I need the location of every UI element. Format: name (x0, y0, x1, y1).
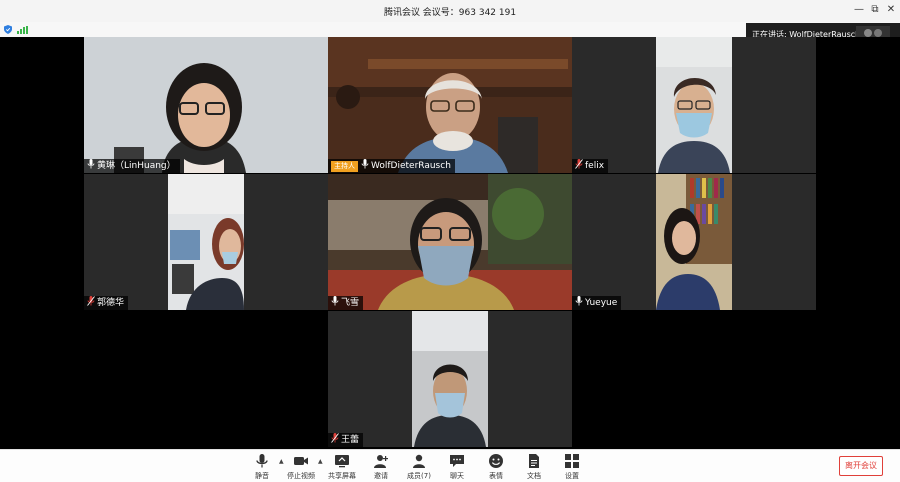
participant-tile-active-speaker[interactable]: 主持人 WolfDieterRausch (328, 37, 572, 173)
participant-name: WolfDieterRausch (371, 161, 451, 171)
document-icon (529, 454, 539, 468)
invite-button[interactable]: 邀请 (364, 452, 398, 482)
settings-grid-icon (565, 454, 579, 468)
network-signal-icon[interactable] (17, 26, 28, 34)
members-label: 成员(7) (407, 472, 431, 480)
audio-options-caret[interactable]: ▲ (279, 458, 284, 465)
shield-icon[interactable] (4, 25, 12, 34)
invite-label: 邀请 (374, 472, 388, 480)
microphone-icon (361, 159, 369, 169)
participant-tile[interactable]: 郭德华 (84, 174, 328, 310)
share-screen-button[interactable]: 共享屏幕 (325, 452, 359, 482)
chat-button[interactable]: 聊天 (440, 452, 474, 482)
participant-video (656, 37, 732, 173)
close-button[interactable]: ✕ (884, 3, 898, 17)
settings-label: 设置 (565, 472, 579, 480)
chat-label: 聊天 (450, 472, 464, 480)
microphone-icon (575, 296, 583, 306)
participant-video (412, 311, 488, 447)
microphone-muted-icon (331, 433, 339, 443)
participant-name-label: Yueyue (572, 296, 622, 310)
participant-video (656, 174, 732, 310)
microphone-icon (331, 296, 339, 306)
emoji-icon (489, 454, 503, 468)
participant-tile[interactable]: Yueyue (572, 174, 816, 310)
participant-tile[interactable]: 飞雪 (328, 174, 572, 310)
participant-name-label: 黄琳（LinHuang） (84, 159, 180, 173)
participant-name: Yueyue (585, 298, 618, 308)
participant-name-label: 王蕾 (328, 433, 364, 447)
microphone-muted-icon (575, 159, 583, 169)
participant-video (168, 174, 244, 310)
video-grid: 黄琳（LinHuang） 主持人 WolfDieterRausch felix … (0, 37, 900, 449)
participant-tile[interactable]: 王蕾 (328, 311, 572, 447)
add-person-icon (374, 455, 388, 468)
reactions-button[interactable]: 表情 (479, 452, 513, 482)
settings-button[interactable]: 设置 (555, 452, 589, 482)
participant-video (328, 37, 572, 173)
participant-video (328, 174, 572, 310)
participant-name: 黄琳（LinHuang） (97, 161, 176, 171)
documents-button[interactable]: 文档 (517, 452, 551, 482)
chat-bubble-icon (450, 455, 464, 467)
participant-name-label: 飞雪 (328, 296, 364, 310)
microphone-icon (87, 159, 95, 169)
participant-name-label: felix (572, 159, 609, 173)
video-camera-icon (294, 457, 308, 465)
mute-button[interactable]: 静音 (245, 452, 279, 482)
members-button[interactable]: 成员(7) (402, 452, 436, 482)
minimize-button[interactable]: — (852, 3, 866, 17)
share-screen-label: 共享屏幕 (328, 472, 356, 480)
members-icon (413, 454, 425, 468)
reactions-label: 表情 (489, 472, 503, 480)
share-screen-icon (335, 455, 349, 468)
participant-name-label: 主持人 WolfDieterRausch (328, 159, 455, 173)
stop-video-label: 停止视频 (287, 472, 315, 480)
stop-video-button[interactable]: 停止视频 (284, 452, 318, 482)
restore-button[interactable]: ⧉ (868, 3, 882, 17)
leave-meeting-button[interactable]: 离开会议 (839, 456, 883, 476)
participant-tile[interactable]: 黄琳（LinHuang） (84, 37, 328, 173)
participant-name: 王蕾 (341, 435, 360, 445)
documents-label: 文档 (527, 472, 541, 480)
participant-name: felix (585, 161, 605, 171)
participant-name: 飞雪 (341, 298, 360, 308)
window-title: 腾讯会议 会议号：963 342 191 (383, 8, 517, 18)
meeting-toolbar: 静音 ▲ 停止视频 ▲ 共享屏幕 邀请 成员(7) 聊天 表情 文档 设置 (0, 449, 900, 482)
microphone-icon (256, 454, 268, 468)
mute-label: 静音 (255, 472, 269, 480)
window-titlebar: 腾讯会议 会议号：963 342 191 — ⧉ ✕ (0, 0, 900, 22)
participant-name: 郭德华 (97, 298, 125, 308)
participant-tile[interactable]: felix (572, 37, 816, 173)
host-badge: 主持人 (331, 161, 358, 172)
video-options-caret[interactable]: ▲ (318, 458, 323, 465)
participant-video (84, 37, 328, 173)
microphone-muted-icon (87, 296, 95, 306)
participant-name-label: 郭德华 (84, 296, 129, 310)
